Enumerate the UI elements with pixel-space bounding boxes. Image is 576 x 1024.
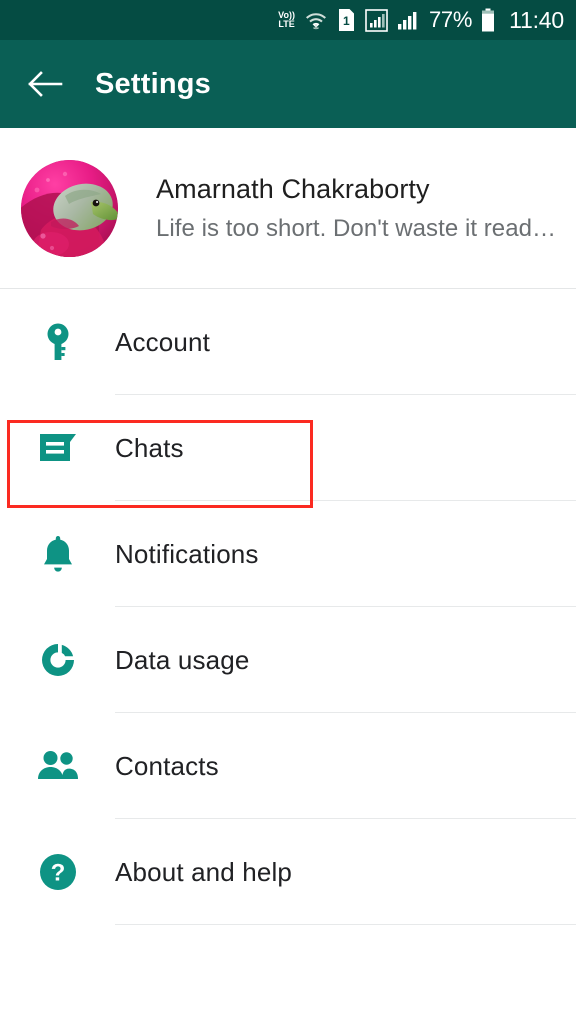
- settings-item-notifications[interactable]: Notifications: [0, 501, 576, 607]
- status-bar: Vo)) LTE 1 77% 11:40: [0, 0, 576, 40]
- sim1-icon: 1: [339, 9, 354, 31]
- battery-icon: [482, 8, 495, 32]
- svg-text:?: ?: [50, 860, 65, 887]
- settings-item-label: Account: [115, 326, 210, 357]
- chat-bubble-icon: [39, 434, 76, 461]
- settings-item-chats[interactable]: Chats: [0, 395, 576, 501]
- profile-status: Life is too short. Don't waste it read…: [156, 215, 557, 242]
- profile-row[interactable]: Amarnath Chakraborty Life is too short. …: [0, 128, 576, 288]
- chats-icon-wrap: [0, 431, 115, 465]
- settings-item-about-and-help[interactable]: ? About and help: [0, 819, 576, 925]
- volte-icon: Vo)) LTE: [278, 10, 295, 29]
- settings-item-label: About and help: [115, 856, 293, 887]
- page-title: Settings: [95, 67, 211, 100]
- bell-icon: [43, 536, 72, 572]
- settings-item-label: Data usage: [115, 644, 250, 675]
- profile-avatar: [21, 159, 118, 257]
- app-bar: Settings: [0, 40, 576, 128]
- data-usage-icon-wrap: [0, 640, 115, 680]
- settings-item-account[interactable]: Account: [0, 289, 576, 395]
- avatar[interactable]: [21, 159, 118, 257]
- key-icon: [47, 323, 68, 360]
- about-icon-wrap: ?: [0, 852, 115, 892]
- clock-label: 11:40: [509, 6, 564, 33]
- settings-item-label: Notifications: [115, 538, 259, 569]
- signal-bars-2-icon: [398, 12, 417, 30]
- settings-item-data-usage[interactable]: Data usage: [0, 607, 576, 713]
- settings-item-contacts[interactable]: Contacts: [0, 713, 576, 819]
- notifications-icon-wrap: [0, 534, 115, 574]
- account-icon-wrap: [0, 322, 115, 362]
- data-usage-icon: [41, 644, 74, 676]
- profile-name: Amarnath Chakraborty: [156, 174, 430, 204]
- svg-text:1: 1: [343, 14, 350, 28]
- settings-item-label: Contacts: [115, 750, 219, 781]
- back-arrow-icon: [28, 71, 63, 97]
- contacts-icon: [37, 751, 78, 779]
- profile-text: Amarnath Chakraborty Life is too short. …: [156, 172, 576, 244]
- battery-percent-label: 77%: [429, 7, 473, 32]
- contacts-icon-wrap: [0, 750, 115, 782]
- settings-list: Account Chats Notifications Data usage C…: [0, 289, 576, 925]
- row-divider: [115, 924, 576, 925]
- signal-bars-icon: [365, 8, 388, 32]
- status-bar-icons: Vo)) LTE 1 77% 11:40: [278, 7, 564, 34]
- wifi-icon: [306, 13, 326, 30]
- help-circle-icon: ?: [39, 854, 76, 890]
- settings-item-label: Chats: [115, 432, 184, 463]
- back-button[interactable]: [22, 61, 68, 107]
